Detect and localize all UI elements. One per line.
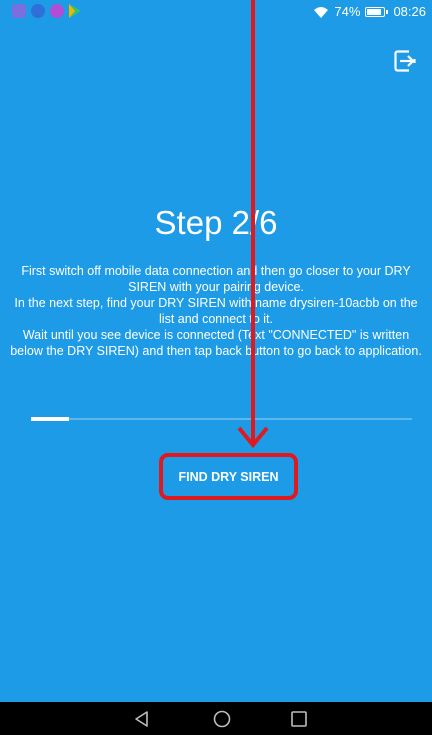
battery-icon bbox=[365, 6, 389, 17]
annotation-arrow bbox=[237, 0, 269, 449]
battery-percent: 74% bbox=[334, 4, 361, 19]
gallery-icon bbox=[12, 4, 26, 18]
navigation-bar bbox=[0, 702, 432, 735]
step-title: Step 2/6 bbox=[154, 204, 278, 241]
clock: 08:26 bbox=[393, 4, 426, 19]
app-icon bbox=[50, 4, 64, 18]
instructions-text: First switch off mobile data connection … bbox=[8, 263, 424, 359]
progress-bar bbox=[31, 417, 412, 421]
find-dry-siren-button[interactable]: FIND DRY SIREN bbox=[159, 453, 298, 500]
instruction-line-1: First switch off mobile data connection … bbox=[21, 264, 411, 294]
exit-icon[interactable] bbox=[394, 50, 416, 72]
wifi-icon bbox=[314, 6, 329, 18]
home-icon[interactable] bbox=[211, 708, 233, 730]
status-bar: 74% 08:26 bbox=[0, 0, 432, 24]
instruction-line-3: Wait until you see device is connected (… bbox=[10, 328, 422, 358]
system-status: 74% 08:26 bbox=[313, 4, 426, 19]
shield-icon bbox=[31, 4, 45, 18]
progress-fill bbox=[31, 417, 70, 421]
instruction-line-2: In the next step, find your DRY SIREN wi… bbox=[14, 296, 418, 326]
back-icon[interactable] bbox=[131, 708, 153, 730]
app-screen: 74% 08:26 Step 2/6 First switch off mobi… bbox=[0, 0, 432, 735]
notification-icons bbox=[12, 4, 81, 18]
play-store-icon bbox=[69, 4, 81, 18]
recents-icon[interactable] bbox=[288, 708, 310, 730]
